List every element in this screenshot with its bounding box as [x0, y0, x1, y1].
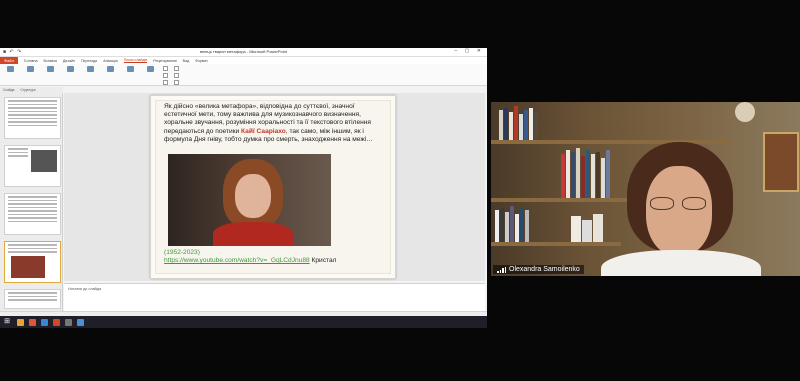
- speaker-body: [601, 250, 761, 276]
- books: [561, 148, 610, 198]
- slide-portrait-photo[interactable]: [168, 154, 331, 246]
- browser-icon[interactable]: [29, 318, 36, 326]
- window-controls[interactable]: – ▢ ✕: [455, 48, 484, 54]
- speaker-glasses: [650, 197, 708, 211]
- ribbon-checkbox[interactable]: [163, 80, 168, 85]
- app-icon[interactable]: [77, 318, 84, 326]
- ppt-titlebar: ■ ↶ ↷ вінець тварин метафора - Microsoft…: [0, 48, 487, 57]
- rehearse-icon: [126, 66, 134, 72]
- meeting-stage: ■ ↶ ↷ вінець тварин метафора - Microsoft…: [0, 0, 800, 381]
- books: [499, 106, 538, 140]
- ribbon-checkbox[interactable]: [163, 73, 168, 78]
- slide-thumbnail[interactable]: [4, 145, 61, 187]
- tab-insert[interactable]: Вставка: [44, 59, 57, 63]
- ribbon-checkbox[interactable]: [174, 66, 179, 71]
- wall-painting: [763, 132, 799, 192]
- participant-name: Olexandra Samoilenko: [509, 266, 580, 273]
- tab-review[interactable]: Рецензування: [153, 59, 176, 63]
- participant-video[interactable]: Olexandra Samoilenko: [491, 102, 800, 276]
- tab-home[interactable]: Головна: [24, 59, 38, 63]
- slide-thumbnails: [0, 93, 63, 311]
- ribbon-button[interactable]: [3, 66, 17, 73]
- tab-transitions[interactable]: Переходи: [81, 59, 97, 63]
- powerpoint-icon[interactable]: [53, 318, 60, 326]
- tab-slides[interactable]: Слайди: [3, 88, 14, 92]
- slide-thumbnail[interactable]: [4, 193, 61, 235]
- speaker-face: [646, 166, 712, 256]
- ribbon-button[interactable]: [63, 66, 77, 73]
- hide-slide-icon: [106, 66, 114, 72]
- link-suffix: Кристал: [309, 257, 337, 264]
- books: [495, 206, 529, 242]
- ribbon-button[interactable]: [143, 66, 157, 73]
- tab-animations[interactable]: Анімація: [103, 59, 117, 63]
- ribbon-tabs: Файл Головна Вставка Дизайн Переходи Ані…: [0, 57, 487, 64]
- custom-show-icon: [66, 66, 74, 72]
- ribbon-button[interactable]: [43, 66, 57, 73]
- ribbon-checkbox[interactable]: [163, 66, 168, 71]
- notes-pane[interactable]: Нотатки до слайда: [64, 283, 485, 311]
- slide-years: (1952-2023): [164, 249, 200, 256]
- broadcast-icon: [46, 66, 54, 72]
- bookshelf: [491, 198, 641, 202]
- tab-design[interactable]: Дизайн: [63, 59, 75, 63]
- tab-slideshow[interactable]: Показ слайдів: [123, 58, 148, 63]
- tab-format[interactable]: Формат: [195, 59, 208, 63]
- signal-strength-icon: [497, 266, 506, 273]
- books: [571, 214, 603, 242]
- slideshow-current-icon: [26, 66, 34, 72]
- participant-name-tag: Olexandra Samoilenko: [493, 265, 584, 274]
- word-icon[interactable]: [41, 318, 48, 326]
- app-icon[interactable]: [65, 318, 72, 326]
- windows-start-icon[interactable]: ⊞: [2, 317, 12, 327]
- ppt-window-title: вінець тварин метафора - Microsoft Power…: [199, 49, 287, 54]
- lamp: [735, 102, 755, 122]
- ribbon-checkbox-group: [163, 66, 168, 85]
- slide-highlight-name: Кайї Сааріахо: [241, 127, 286, 135]
- record-icon: [146, 66, 154, 72]
- notes-placeholder: Нотатки до слайда: [68, 287, 102, 291]
- ribbon-button[interactable]: [103, 66, 117, 73]
- ribbon-checkbox[interactable]: [174, 73, 179, 78]
- slide-body-text[interactable]: Як дійсно «велика метафора», відповідна …: [164, 103, 377, 144]
- tab-view[interactable]: Вид: [183, 59, 190, 63]
- slide-thumbnail[interactable]: [4, 289, 61, 309]
- tab-file[interactable]: Файл: [0, 57, 18, 64]
- slide-link-line: https://www.youtube.com/watch?v=_GqLCdJn…: [164, 257, 336, 264]
- ribbon-button[interactable]: [23, 66, 37, 73]
- current-slide[interactable]: Як дійсно «велика метафора», відповідна …: [150, 95, 396, 279]
- windows-taskbar: ⊞: [0, 316, 487, 328]
- setup-show-icon: [86, 66, 94, 72]
- tab-outline[interactable]: Структура: [20, 88, 35, 92]
- ribbon-button[interactable]: [83, 66, 97, 73]
- bookshelf: [491, 242, 621, 246]
- ribbon-checkbox[interactable]: [174, 80, 179, 85]
- slide-editing-area: Як дійсно «велика метафора», відповідна …: [64, 93, 485, 281]
- ribbon-button[interactable]: [123, 66, 137, 73]
- ribbon: [0, 64, 487, 86]
- shared-screen: ■ ↶ ↷ вінець тварин метафора - Microsoft…: [0, 48, 487, 328]
- file-explorer-icon[interactable]: [17, 318, 24, 326]
- slide-thumbnail[interactable]: [4, 97, 61, 139]
- slide-thumbnail-selected[interactable]: [4, 241, 61, 283]
- ribbon-monitor-group: [174, 66, 179, 85]
- slideshow-start-icon: [6, 66, 14, 72]
- youtube-link[interactable]: https://www.youtube.com/watch?v=_GqLCdJn…: [164, 257, 310, 264]
